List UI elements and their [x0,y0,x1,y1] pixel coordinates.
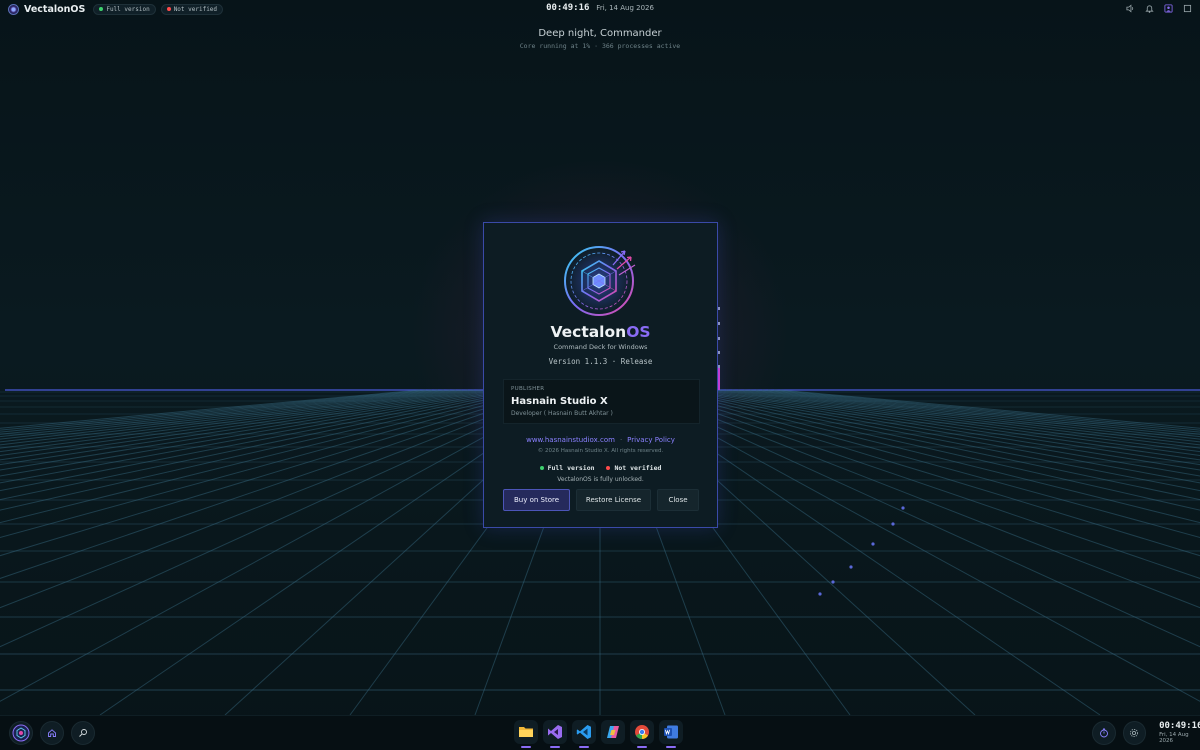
privacy-policy-link[interactable]: Privacy Policy [627,436,675,444]
app-name: VectalonOS [550,323,651,341]
chrome-icon [635,725,649,739]
visual-studio-app[interactable] [543,720,567,748]
links-row: www.hasnainstudiox.com · Privacy Policy [484,436,717,444]
particle-dot [891,522,895,526]
status-dot-green-icon [539,466,544,470]
top-time: 00:49:16 [546,3,590,13]
vectalon-emblem-icon [563,241,639,317]
publisher-name: Hasnain Studio X [511,396,608,407]
copilot-icon [607,726,619,738]
running-indicator [550,746,560,748]
running-indicator [637,746,647,748]
volume-icon[interactable] [1125,3,1135,13]
app-tagline: Command Deck for Windows [553,343,648,351]
grid-column-line [755,389,1200,438]
close-button[interactable]: Close [657,489,699,511]
timer-icon [1099,728,1108,738]
particle-dot [831,580,835,584]
status-dot-red-icon [606,466,611,470]
grid-column-line [0,389,541,538]
app-version: Version 1.1.3 · Release [548,357,653,366]
buy-on-store-button[interactable]: Buy on Store [503,489,570,511]
grid-column-line [0,389,445,438]
grid-column-line [731,389,1200,449]
grid-column-line [0,389,451,440]
vectalon-start-icon [12,724,30,742]
top-date: Fri, 14 Aug 2026 [596,4,654,12]
file-explorer-app[interactable] [514,720,538,748]
search-button[interactable] [71,721,95,745]
running-indicator [521,746,531,748]
running-indicator [579,746,589,748]
grid-column-line [743,389,1200,443]
top-clock: 00:49:16 Fri, 14 Aug 2026 [0,3,1200,13]
grid-column-line [0,389,565,648]
window-icon[interactable] [1182,3,1192,13]
word-icon [664,725,678,739]
greeting-title: Deep night, Commander [538,28,662,39]
greeting-subtitle: Core running at 1% · 366 processes activ… [519,42,681,50]
home-icon [48,729,56,737]
grid-column-line [0,389,421,429]
taskbar-time: 00:49:16 [1159,721,1200,731]
full-version-status: Full version [539,464,595,472]
gear-icon [1130,728,1139,738]
vs-code-app[interactable] [572,720,596,748]
grid-column-line [737,389,1200,446]
about-dialog: VectalonOS Command Deck for Windows Vers… [483,222,718,528]
unlock-message: VectalonOS is fully unlocked. [557,476,644,483]
settings-button[interactable] [1122,721,1147,745]
grid-column-line [635,389,1200,648]
timer-button[interactable] [1092,721,1116,745]
greeting: Deep night, Commander Core running at 1%… [0,28,1200,50]
publisher-label: PUBLISHER [511,386,545,392]
dialog-buttons: Buy on Store Restore License Close [503,489,699,511]
restore-license-button[interactable]: Restore License [576,489,651,511]
start-button[interactable] [9,721,33,745]
taskbar: 00:49:16 Fri, 14 Aug 2026 [0,715,1200,750]
running-indicator [666,746,676,748]
particle-dot [849,565,853,569]
grid-column-line [0,389,457,443]
pinned-apps [514,720,683,748]
bell-icon[interactable] [1144,3,1154,13]
link-separator: · [619,436,623,444]
particle-dot [901,506,905,510]
grid-column-line [0,389,463,446]
not-verified-status: Not verified [606,464,661,472]
chrome-app[interactable] [630,720,654,748]
grid-column-line [749,389,1200,440]
license-status: Full version Not verified [484,464,717,472]
visual-studio-icon [548,725,562,739]
home-button[interactable] [40,721,64,745]
copyright: © 2026 Hasnain Studio X. All rights rese… [537,448,664,454]
website-link[interactable]: www.hasnainstudiox.com [526,436,615,444]
top-icons [1125,3,1192,13]
user-frame-icon[interactable] [1163,3,1173,13]
word-app[interactable] [659,720,683,748]
grid-column-line [0,389,469,449]
folder-icon [519,727,533,737]
search-icon [79,729,87,737]
taskbar-date: Fri, 14 Aug 2026 [1159,732,1189,744]
taskbar-clock[interactable]: 00:49:16 Fri, 14 Aug 2026 [1159,722,1200,744]
taskbar-right: 00:49:16 Fri, 14 Aug 2026 [1092,721,1200,745]
vs-code-icon [576,725,591,739]
particle-dot [818,592,822,596]
copilot-app[interactable] [601,720,625,744]
taskbar-left [9,721,95,745]
publisher-developer: Developer ( Hasnain Butt Akhtar ) [511,410,613,417]
grid-column-line [659,389,1200,538]
publisher-card: PUBLISHER Hasnain Studio X Developer ( H… [503,379,700,424]
grid-column-line [779,389,1200,429]
particle-dot [871,542,875,546]
